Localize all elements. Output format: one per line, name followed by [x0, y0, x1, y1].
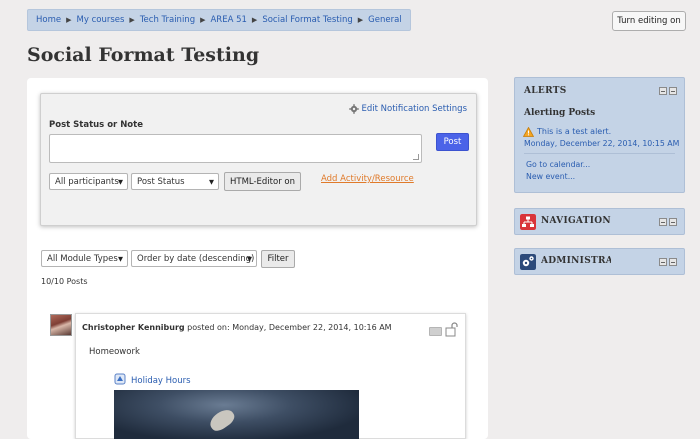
breadcrumb-separator-icon: ▶ — [66, 16, 72, 24]
breadcrumb-tech-training[interactable]: Tech Training — [140, 15, 195, 25]
edit-notification-settings-link[interactable]: Edit Notification Settings — [348, 104, 468, 114]
breadcrumb-home[interactable]: Home — [36, 15, 61, 25]
sitemap-icon — [520, 214, 536, 230]
order-select[interactable]: Order by date (descending) ▼ — [131, 250, 257, 267]
alert-link[interactable]: This is a test alert. — [537, 127, 611, 136]
dock-icon[interactable] — [659, 258, 667, 266]
collapse-icon[interactable] — [669, 87, 677, 95]
post-body: Homeowork — [89, 347, 140, 357]
post-form-panel: Edit Notification Settings Post Status o… — [40, 93, 477, 226]
post-author[interactable]: Christopher Kenniburg — [82, 323, 185, 332]
block-controls — [659, 258, 677, 266]
order-select-value: Order by date (descending) — [137, 253, 255, 264]
cogs-icon — [520, 254, 536, 270]
module-types-select[interactable]: All Module Types ▼ — [41, 250, 128, 267]
go-to-calendar-link[interactable]: Go to calendar... — [526, 160, 590, 169]
resource-icon — [114, 373, 126, 385]
breadcrumb-area-51[interactable]: AREA 51 — [210, 15, 246, 25]
page-title: Social Format Testing — [27, 44, 260, 66]
breadcrumb-my-courses[interactable]: My courses — [77, 15, 125, 25]
navigation-block[interactable]: NAVIGATION — [514, 208, 685, 235]
collapse-icon[interactable] — [669, 218, 677, 226]
caret-down-icon: ▼ — [247, 255, 252, 263]
breadcrumb-separator-icon: ▶ — [200, 16, 206, 24]
post-header: Christopher Kenniburg posted on: Monday,… — [82, 323, 392, 332]
warning-icon — [523, 127, 534, 137]
add-activity-link[interactable]: Add Activity/Resource — [321, 174, 414, 184]
post-type-select-value: Post Status — [137, 176, 185, 187]
image-subject — [206, 405, 238, 435]
breadcrumb-general[interactable]: General — [368, 15, 402, 25]
html-editor-button[interactable]: HTML-Editor on — [224, 172, 301, 191]
collapse-icon[interactable] — [669, 258, 677, 266]
participants-select[interactable]: All participants ▼ — [49, 173, 128, 190]
embed-link-holiday-hours[interactable]: Holiday Hours — [131, 376, 191, 386]
post-type-select[interactable]: Post Status ▼ — [131, 173, 219, 190]
caret-down-icon: ▼ — [209, 178, 214, 186]
dock-icon[interactable] — [659, 87, 667, 95]
breadcrumb-separator-icon: ▶ — [251, 16, 258, 24]
embed-image[interactable] — [114, 390, 359, 439]
administration-title: ADMINISTRATION — [541, 256, 611, 266]
new-event-link[interactable]: New event... — [526, 172, 575, 181]
divider — [524, 153, 675, 154]
alerting-posts-heading: Alerting Posts — [524, 108, 596, 118]
keyboard-icon[interactable] — [429, 327, 442, 336]
breadcrumb: Home ▶ My courses ▶ Tech Training ▶ AREA… — [27, 9, 411, 31]
page-frame: Home ▶ My courses ▶ Tech Training ▶ AREA… — [0, 0, 700, 439]
post-date: posted on: Monday, December 22, 2014, 10… — [187, 323, 392, 332]
administration-block[interactable]: ADMINISTRATION — [514, 248, 685, 275]
alerts-block-title: ALERTS — [524, 86, 567, 96]
post-status-textarea[interactable] — [49, 134, 422, 163]
navigation-title: NAVIGATION — [541, 216, 611, 226]
gear-icon — [348, 104, 359, 114]
block-controls — [659, 87, 677, 95]
breadcrumb-separator-icon: ▶ — [357, 16, 364, 24]
post-card: Christopher Kenniburg posted on: Monday,… — [75, 313, 466, 439]
breadcrumb-separator-icon: ▶ — [129, 16, 135, 24]
edit-notification-label: Edit Notification Settings — [361, 104, 468, 114]
breadcrumb-course[interactable]: Social Format Testing — [262, 15, 352, 25]
dock-icon[interactable] — [659, 218, 667, 226]
post-button[interactable]: Post — [436, 133, 469, 151]
caret-down-icon: ▼ — [118, 255, 123, 263]
alert-date: Monday, December 22, 2014, 10:15 AM — [524, 139, 680, 148]
caret-down-icon: ▼ — [118, 178, 123, 186]
turn-editing-on-button[interactable]: Turn editing on — [612, 11, 686, 31]
participants-select-value: All participants — [55, 176, 119, 187]
filter-button[interactable]: Filter — [261, 250, 295, 268]
post-status-label: Post Status or Note — [49, 120, 143, 130]
posts-count: 10/10 Posts — [41, 277, 88, 286]
unlock-icon[interactable] — [445, 322, 459, 337]
avatar[interactable] — [50, 314, 72, 336]
block-controls — [659, 218, 677, 226]
module-types-select-value: All Module Types — [47, 253, 118, 264]
alerts-block: ALERTS Alerting Posts This is a test ale… — [514, 77, 685, 193]
